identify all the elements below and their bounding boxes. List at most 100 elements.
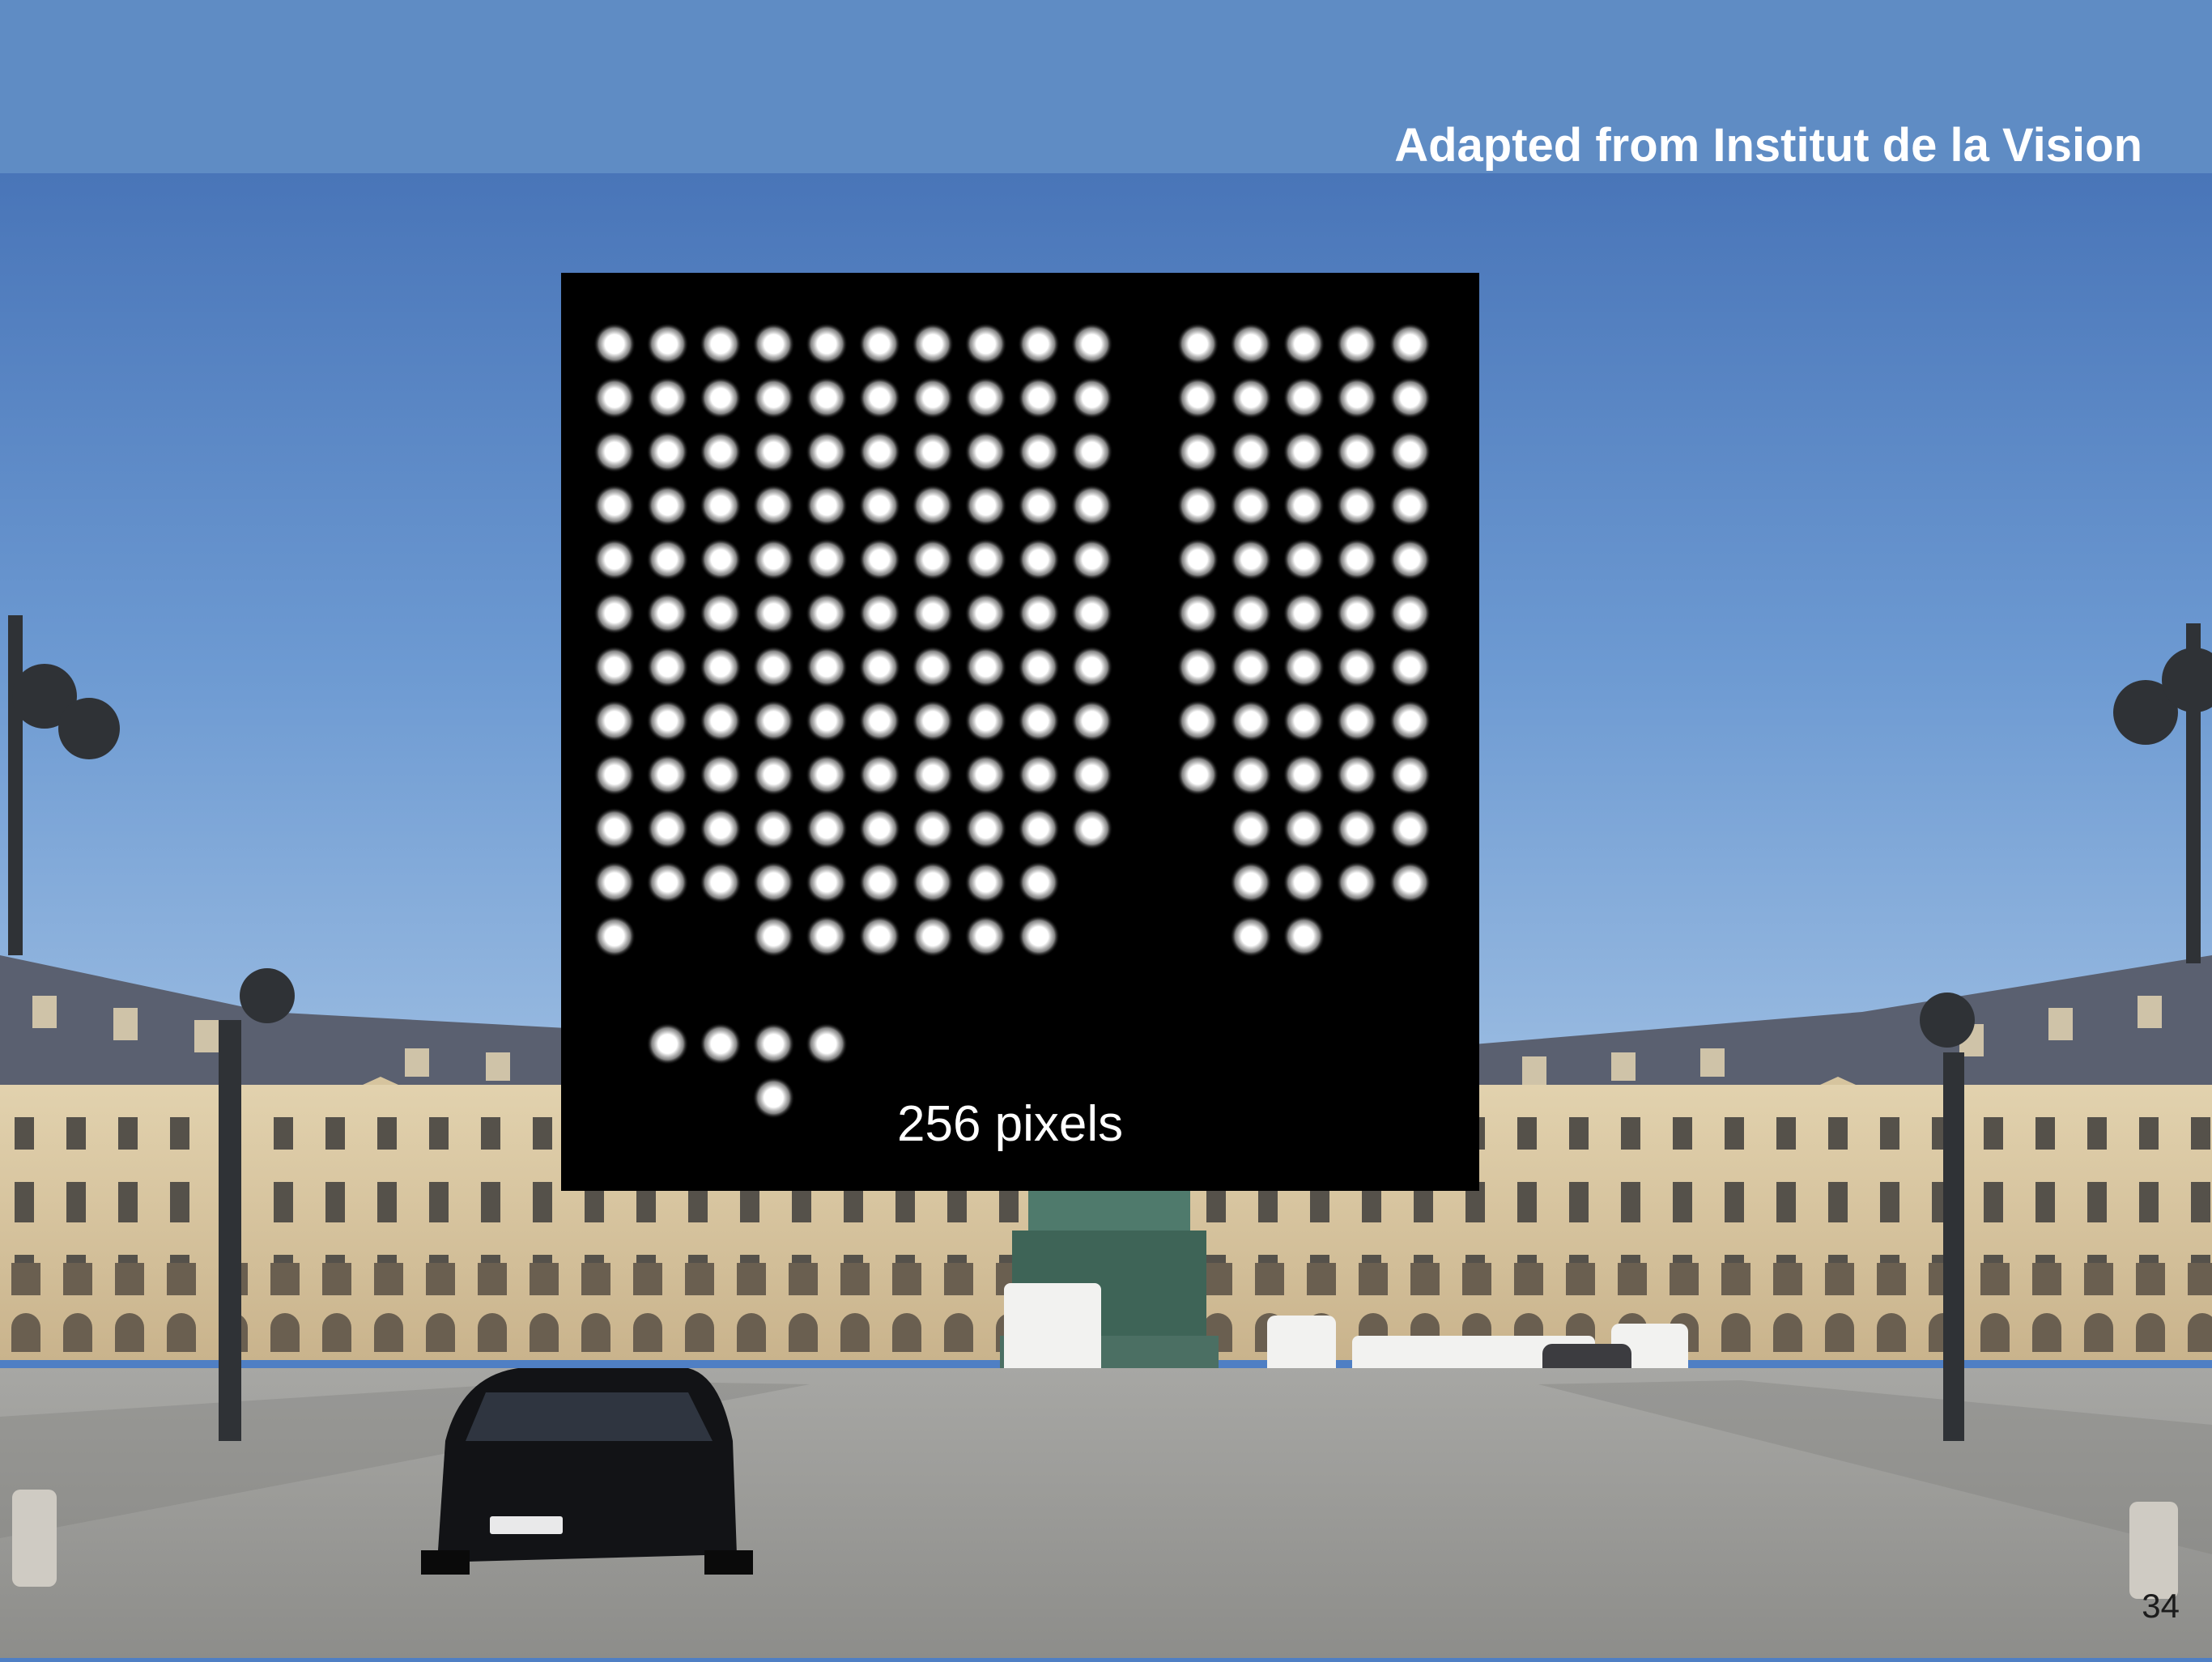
phosphene-dot bbox=[1176, 376, 1219, 419]
phosphene-dot bbox=[858, 484, 901, 527]
phosphene-dot bbox=[700, 484, 742, 527]
phosphene-dot bbox=[593, 376, 636, 419]
phosphene-dot bbox=[1283, 376, 1325, 419]
phosphene-dot bbox=[964, 699, 1007, 742]
phosphene-dot bbox=[858, 323, 901, 365]
phosphene-dot bbox=[1070, 646, 1113, 688]
phosphene-dot bbox=[593, 538, 636, 580]
phosphene-dot bbox=[700, 646, 742, 688]
phosphene-dot bbox=[964, 538, 1007, 580]
phosphene-dot bbox=[752, 1077, 795, 1119]
phosphene-dot bbox=[912, 431, 954, 473]
phosphene-dot bbox=[912, 807, 954, 850]
phosphene-dot bbox=[858, 915, 901, 958]
phosphene-dot bbox=[1018, 431, 1060, 473]
phosphene-dot bbox=[1070, 699, 1113, 742]
phosphene-dot bbox=[1336, 431, 1378, 473]
phosphene-dot bbox=[806, 915, 848, 958]
phosphene-dot bbox=[1389, 484, 1431, 527]
phosphene-dot bbox=[964, 861, 1007, 903]
phosphene-dot bbox=[646, 1022, 689, 1065]
phosphene-dot bbox=[1230, 915, 1272, 958]
phosphene-dot bbox=[806, 484, 848, 527]
phosphene-dot bbox=[1018, 915, 1060, 958]
phosphene-dot bbox=[1389, 376, 1431, 419]
phosphene-dot bbox=[593, 861, 636, 903]
phosphene-dot bbox=[1230, 592, 1272, 635]
phosphene-dot bbox=[806, 431, 848, 473]
phosphene-dot bbox=[858, 538, 901, 580]
phosphene-dot bbox=[806, 699, 848, 742]
phosphene-dot bbox=[1176, 484, 1219, 527]
phosphene-dot bbox=[964, 323, 1007, 365]
phosphene-dot bbox=[646, 592, 689, 635]
phosphene-dot bbox=[1230, 376, 1272, 419]
phosphene-dot bbox=[964, 646, 1007, 688]
phosphene-dot bbox=[1230, 754, 1272, 796]
phosphene-dot bbox=[1070, 484, 1113, 527]
phosphene-dot bbox=[646, 323, 689, 365]
phosphene-dot bbox=[593, 754, 636, 796]
phosphene-dot bbox=[1018, 646, 1060, 688]
phosphene-dot bbox=[593, 646, 636, 688]
phosphene-dot bbox=[1336, 484, 1378, 527]
phosphene-dot bbox=[1336, 376, 1378, 419]
phosphene-dot bbox=[752, 1022, 795, 1065]
phosphene-dot bbox=[1176, 538, 1219, 580]
phosphene-dot bbox=[1283, 646, 1325, 688]
phosphene-dot bbox=[1283, 323, 1325, 365]
phosphene-dot bbox=[1230, 323, 1272, 365]
phosphene-dot bbox=[912, 323, 954, 365]
phosphene-dot bbox=[1176, 592, 1219, 635]
phosphene-dot bbox=[646, 484, 689, 527]
phosphene-dot bbox=[1070, 807, 1113, 850]
phosphene-dot bbox=[700, 1022, 742, 1065]
phosphene-dot bbox=[912, 538, 954, 580]
phosphene-dot bbox=[1070, 376, 1113, 419]
phosphene-dot bbox=[806, 861, 848, 903]
phosphene-dot bbox=[858, 376, 901, 419]
phosphene-dot bbox=[1230, 861, 1272, 903]
phosphene-dot bbox=[593, 323, 636, 365]
phosphene-dot bbox=[1070, 431, 1113, 473]
phosphene-dot bbox=[646, 646, 689, 688]
phosphene-dot bbox=[1283, 484, 1325, 527]
phosphene-dot bbox=[700, 861, 742, 903]
phosphene-dot bbox=[1283, 754, 1325, 796]
phosphene-dot-grid bbox=[593, 323, 1431, 1119]
phosphene-panel: 256 pixels bbox=[561, 273, 1479, 1191]
phosphene-dot bbox=[912, 754, 954, 796]
phosphene-dot bbox=[752, 538, 795, 580]
phosphene-dot bbox=[912, 592, 954, 635]
phosphene-dot bbox=[806, 646, 848, 688]
phosphene-dot bbox=[964, 807, 1007, 850]
phosphene-dot bbox=[964, 592, 1007, 635]
phosphene-dot bbox=[1230, 538, 1272, 580]
phosphene-dot bbox=[858, 754, 901, 796]
phosphene-dot bbox=[806, 376, 848, 419]
phosphene-dot bbox=[1018, 807, 1060, 850]
phosphene-dot bbox=[752, 484, 795, 527]
phosphene-dot bbox=[1336, 538, 1378, 580]
phosphene-dot bbox=[1283, 807, 1325, 850]
phosphene-dot bbox=[1018, 592, 1060, 635]
phosphene-dot bbox=[1389, 861, 1431, 903]
phosphene-dot bbox=[912, 915, 954, 958]
phosphene-dot bbox=[1336, 861, 1378, 903]
phosphene-dot bbox=[1389, 592, 1431, 635]
phosphene-dot bbox=[1070, 592, 1113, 635]
phosphene-dot bbox=[752, 376, 795, 419]
phosphene-dot bbox=[1018, 754, 1060, 796]
phosphene-dot bbox=[858, 807, 901, 850]
phosphene-dot bbox=[1283, 538, 1325, 580]
phosphene-dot bbox=[646, 861, 689, 903]
phosphene-dot bbox=[1176, 431, 1219, 473]
phosphene-dot bbox=[593, 807, 636, 850]
phosphene-dot bbox=[912, 376, 954, 419]
phosphene-dot bbox=[593, 915, 636, 958]
phosphene-dot bbox=[1389, 538, 1431, 580]
phosphene-dot bbox=[646, 807, 689, 850]
phosphene-dot bbox=[752, 592, 795, 635]
phosphene-dot bbox=[1283, 592, 1325, 635]
phosphene-dot bbox=[752, 915, 795, 958]
